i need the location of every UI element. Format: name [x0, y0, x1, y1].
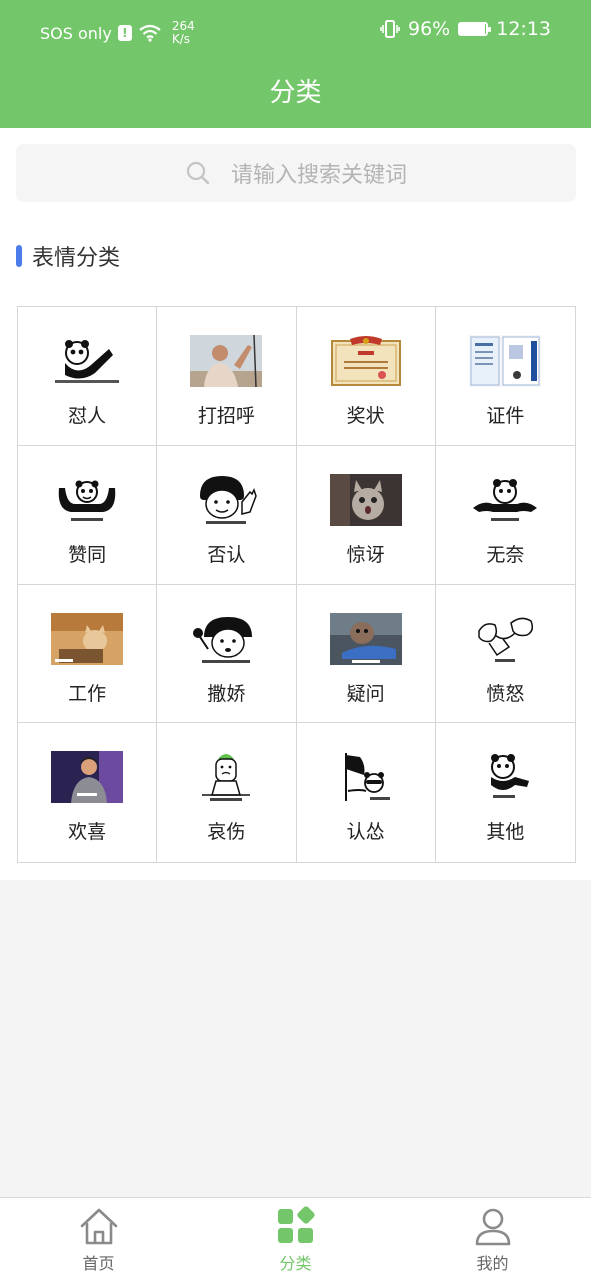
category-label: 证件 — [486, 405, 525, 427]
cat-at-laptop-thumb — [51, 612, 124, 665]
category-item[interactable]: 哀伤 — [157, 723, 297, 862]
category-label: 欢喜 — [68, 821, 107, 844]
search-placeholder[interactable]: 请输入搜索关键词 — [231, 157, 407, 189]
nav-home[interactable]: 首页 — [0, 1198, 197, 1281]
status-bar: SOS only ! 264 K/s 96% 12:13 — [0, 0, 591, 62]
section-title: 表情分类 — [32, 246, 121, 271]
app-header: SOS only ! 264 K/s 96% 12:13 分类 — [0, 0, 591, 128]
category-item[interactable]: 疑问 — [296, 584, 436, 724]
section-header: 表情分类 — [16, 240, 120, 272]
man-on-stage-thumb — [51, 751, 124, 804]
category-label: 奖状 — [346, 405, 385, 427]
user-icon — [475, 1208, 510, 1246]
status-left: SOS only ! 264 K/s — [40, 20, 195, 46]
category-item[interactable]: 无奈 — [435, 446, 575, 585]
main-content: 请输入搜索关键词 表情分类 怼人 打招呼 奖状 证件 赞同 否认 惊讶 无奈 工… — [0, 128, 591, 880]
category-label: 否认 — [207, 543, 246, 566]
nav-category[interactable]: 分类 — [197, 1198, 394, 1281]
mushroom-head-meme-thumb — [200, 475, 258, 524]
nav-category-label: 分类 — [279, 1254, 312, 1273]
category-label: 哀伤 — [207, 821, 246, 844]
category-label: 疑问 — [346, 682, 385, 705]
category-grid: 怼人 打招呼 奖状 证件 赞同 否认 惊讶 无奈 工作 撒娇 疑问 愤怒 欢喜 … — [17, 306, 576, 863]
panda-meme-thumb — [473, 478, 538, 521]
category-item[interactable]: 打招呼 — [157, 307, 297, 446]
category-label: 撒娇 — [207, 682, 246, 705]
category-item[interactable]: 否认 — [157, 445, 297, 585]
category-item[interactable]: 证件 — [435, 307, 575, 446]
category-item[interactable]: 撒娇 — [157, 584, 297, 724]
panda-meme-thumb — [469, 751, 542, 804]
category-item[interactable]: 奖状 — [296, 307, 436, 446]
panda-flag-meme-thumb — [329, 751, 402, 804]
panda-meme-thumb — [58, 480, 116, 521]
category-item[interactable]: 赞同 — [18, 445, 158, 585]
clock: 12:13 — [496, 18, 551, 40]
vibrate-icon — [380, 20, 400, 38]
category-item[interactable]: 欢喜 — [18, 723, 158, 862]
category-label: 打招呼 — [197, 405, 255, 427]
sketch-meme-thumb — [469, 612, 542, 665]
man-waving-photo-thumb — [190, 335, 263, 387]
category-item[interactable]: 惊讶 — [296, 445, 436, 585]
status-right: 96% 12:13 — [380, 18, 551, 40]
category-label: 惊讶 — [346, 543, 385, 566]
cat-photo-thumb — [329, 473, 402, 526]
category-label: 愤怒 — [486, 682, 525, 705]
category-item[interactable]: 工作 — [18, 584, 158, 724]
category-item[interactable]: 其他 — [436, 723, 575, 862]
bottom-nav: 首页 分类 我的 — [0, 1197, 591, 1281]
panda-meme-thumb — [55, 340, 120, 383]
battery-percent: 96% — [408, 18, 451, 40]
nav-home-label: 首页 — [82, 1254, 115, 1273]
page-title: 分类 — [269, 78, 322, 108]
home-icon — [80, 1208, 117, 1245]
net-speed-unit: K/s — [171, 32, 191, 46]
category-label: 工作 — [68, 682, 107, 705]
category-item[interactable]: 怼人 — [18, 307, 158, 446]
category-item[interactable]: 认怂 — [297, 723, 436, 862]
dog-in-car-thumb — [329, 612, 402, 665]
carrier-text: SOS only — [40, 23, 112, 43]
category-label: 赞同 — [68, 543, 107, 566]
nav-mine[interactable]: 我的 — [394, 1198, 591, 1281]
alert-icon: ! — [117, 25, 132, 41]
net-speed: 264 K/s — [172, 20, 195, 46]
certificate-thumb — [330, 336, 401, 386]
sad-figure-meme-thumb — [190, 751, 263, 804]
mushroom-head-meme-thumb — [193, 616, 253, 663]
category-label: 怼人 — [68, 405, 107, 427]
category-label: 认怂 — [346, 821, 385, 844]
id-card-thumb — [469, 335, 542, 387]
search-icon — [186, 161, 210, 185]
category-label: 其他 — [486, 821, 525, 844]
accent-bar — [16, 245, 22, 267]
category-item[interactable]: 愤怒 — [435, 585, 575, 724]
battery-icon — [458, 22, 492, 36]
category-grid-icon — [277, 1206, 315, 1243]
search-bar[interactable]: 请输入搜索关键词 — [16, 144, 576, 202]
category-label: 无奈 — [486, 543, 525, 566]
wifi-icon — [139, 24, 161, 42]
nav-mine-label: 我的 — [476, 1254, 509, 1273]
